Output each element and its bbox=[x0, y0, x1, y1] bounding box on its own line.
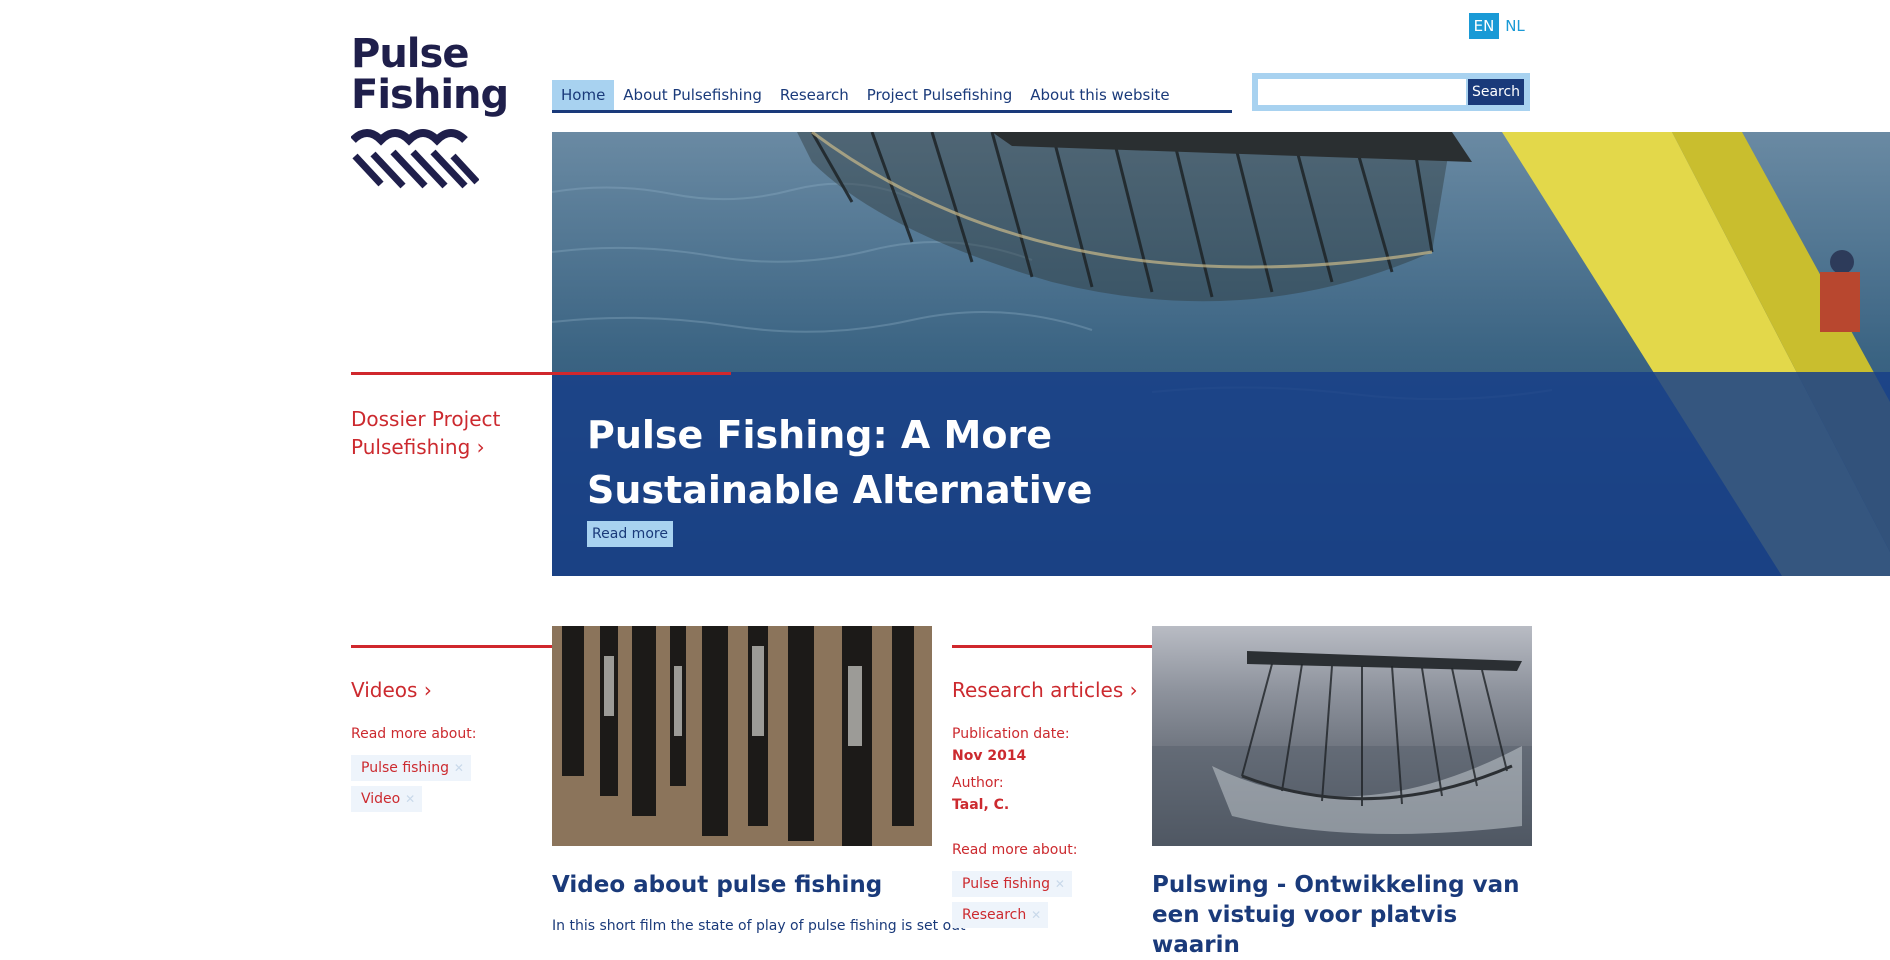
hero-title: Pulse Fishing: A More Sustainable Altern… bbox=[587, 413, 1093, 512]
read-more-button[interactable]: Read more bbox=[587, 521, 673, 547]
read-more-about-label: Read more about: bbox=[952, 842, 1078, 858]
hero-banner: Pulse Fishing: A More Sustainable Altern… bbox=[552, 132, 1890, 576]
tag-label: Video bbox=[361, 791, 401, 807]
research-thumbnail[interactable] bbox=[1152, 626, 1532, 846]
tag-research[interactable]: Research ✕ bbox=[952, 902, 1049, 928]
dossier-link[interactable]: Dossier Project Pulsefishing › bbox=[351, 405, 521, 461]
read-more-about-label: Read more about: bbox=[351, 726, 477, 742]
tag-label: Pulse fishing bbox=[361, 760, 449, 776]
video-card-title[interactable]: Video about pulse fishing bbox=[552, 870, 882, 900]
tag-pulse-fishing[interactable]: Pulse fishing ✕ bbox=[952, 871, 1072, 897]
tag-video[interactable]: Video ✕ bbox=[351, 786, 423, 812]
videos-link[interactable]: Videos › bbox=[351, 676, 432, 704]
publication-date-value: Nov 2014 bbox=[952, 748, 1027, 764]
close-icon: ✕ bbox=[1031, 908, 1042, 922]
nav-about-pulsefishing[interactable]: About Pulsefishing bbox=[614, 80, 771, 110]
nav-research[interactable]: Research bbox=[771, 80, 858, 110]
research-image bbox=[1152, 626, 1532, 846]
research-articles-link[interactable]: Research articles › bbox=[952, 676, 1138, 704]
tag-label: Research bbox=[962, 907, 1027, 923]
nav-about-website[interactable]: About this website bbox=[1021, 80, 1178, 110]
tag-pulse-fishing[interactable]: Pulse fishing ✕ bbox=[351, 755, 471, 781]
hero-overlay: Pulse Fishing: A More Sustainable Altern… bbox=[552, 372, 1890, 576]
main-nav: Home About Pulsefishing Research Project… bbox=[552, 80, 1232, 113]
author-label: Author: bbox=[952, 775, 1004, 791]
search-input[interactable] bbox=[1258, 79, 1466, 105]
close-icon: ✕ bbox=[1054, 877, 1065, 891]
nav-home[interactable]: Home bbox=[552, 80, 615, 110]
video-card-text: In this short film the state of play of … bbox=[552, 918, 966, 934]
lang-nl-button[interactable]: NL bbox=[1502, 13, 1528, 39]
divider-line bbox=[351, 372, 731, 375]
close-icon: ✕ bbox=[453, 761, 464, 775]
search-box: Search bbox=[1252, 73, 1530, 111]
video-thumbnail[interactable] bbox=[552, 626, 932, 846]
close-icon: ✕ bbox=[405, 792, 416, 806]
logo-text: Pulse Fishing bbox=[351, 31, 509, 118]
waves-icon bbox=[351, 129, 479, 189]
search-button[interactable]: Search bbox=[1468, 79, 1524, 105]
lang-en-button[interactable]: EN bbox=[1469, 13, 1499, 39]
research-card-title[interactable]: Pulswing - Ontwikkeling van een vistuig … bbox=[1152, 870, 1532, 960]
author-value: Taal, C. bbox=[952, 797, 1010, 813]
tag-label: Pulse fishing bbox=[962, 876, 1050, 892]
nav-project-pulsefishing[interactable]: Project Pulsefishing bbox=[858, 80, 1022, 110]
publication-date-label: Publication date: bbox=[952, 726, 1070, 742]
video-image bbox=[552, 626, 932, 846]
